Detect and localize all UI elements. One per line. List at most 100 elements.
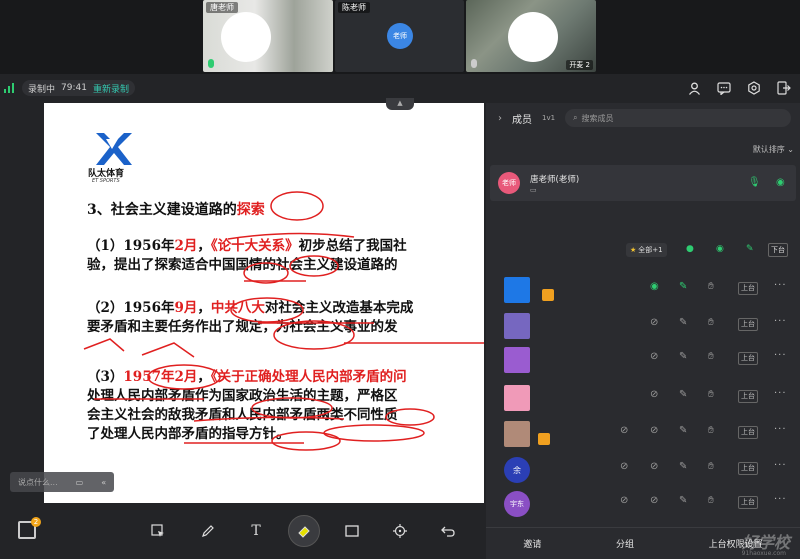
avatar <box>504 385 530 411</box>
settings-icon[interactable] <box>746 80 762 96</box>
stage-up-button[interactable]: 上台 <box>738 496 758 509</box>
face-blur <box>221 12 271 62</box>
mic-status-badge: 开麦 2 <box>566 60 593 70</box>
stage-up-button[interactable]: 上台 <box>738 462 758 475</box>
video-tile-tang[interactable]: 唐老师 <box>203 0 333 72</box>
more-icon[interactable]: ··· <box>774 460 787 471</box>
member-row[interactable]: ⊘ ✎ ✋︎ 上台 ··· <box>486 309 800 343</box>
pen-icon[interactable]: ✎ <box>679 425 687 436</box>
app-window: 唐老师 陈老师 老师 开麦 2 录制中 79:41 重新录制 队太体育 ET S… <box>0 0 800 559</box>
text-tool-icon[interactable]: T <box>244 519 268 543</box>
camera-icon[interactable]: ◉ <box>650 281 659 292</box>
hand-icon[interactable]: ✋︎ <box>708 281 714 292</box>
all-down-button[interactable]: 下台 <box>768 243 788 257</box>
stage-up-button[interactable]: 上台 <box>738 390 758 403</box>
pen-icon[interactable]: ✎ <box>679 351 687 362</box>
member-row[interactable]: ⊘ ✎ ✋︎ 上台 ··· <box>486 381 800 415</box>
sort-dropdown[interactable]: 默认排序 ⌄ <box>753 144 794 155</box>
pen-icon[interactable]: ✎ <box>679 281 687 292</box>
avatar <box>504 347 530 373</box>
signal-icon <box>4 83 14 93</box>
text-red: 1957年2月 <box>123 369 198 385</box>
face-blur <box>508 12 558 62</box>
camera-off-icon[interactable]: ⊘ <box>650 495 658 506</box>
invite-button[interactable]: 邀请 <box>523 537 541 550</box>
text-line: 会主义社会的敌我矛盾和人民内部矛盾两类不同性质 <box>87 407 398 423</box>
pen-icon[interactable]: ✎ <box>679 317 687 328</box>
mic-off-icon[interactable]: ⊘ <box>620 495 628 506</box>
avatar <box>504 421 530 447</box>
member-row[interactable]: ◉ ✎ ✋︎ 上台 ··· <box>486 273 800 307</box>
mic-off-icon[interactable]: ⊘ <box>620 461 628 472</box>
chat-icon[interactable] <box>716 80 732 96</box>
chat-placeholder: 说点什么... <box>18 477 58 487</box>
screen-share-icon: ▭ <box>530 186 537 194</box>
camera-off-icon[interactable]: ⊘ <box>650 317 658 328</box>
more-icon[interactable]: ··· <box>774 280 787 291</box>
camera-off-icon[interactable]: ⊘ <box>650 425 658 436</box>
laser-pointer-icon[interactable] <box>388 519 412 543</box>
member-row[interactable]: ⊘ ⊘ ✎ ✋︎ 上台 ··· <box>486 417 800 451</box>
pen-icon[interactable]: ✎ <box>679 495 687 506</box>
more-icon[interactable]: ··· <box>774 424 787 435</box>
video-tile-student[interactable]: 开麦 2 <box>466 0 596 72</box>
user-icon[interactable] <box>686 80 702 96</box>
hand-icon[interactable]: ✋︎ <box>708 461 714 472</box>
member-row[interactable]: 宇东 ⊘ ⊘ ✎ ✋︎ 上台 ··· <box>486 487 800 521</box>
camera-icon[interactable]: ◉ <box>776 177 785 188</box>
group-button[interactable]: 分组 <box>616 537 634 550</box>
camera-off-icon[interactable]: ⊘ <box>650 351 658 362</box>
more-icon[interactable]: ··· <box>774 350 787 361</box>
text: （1）1956年 <box>87 238 175 254</box>
exit-icon[interactable] <box>776 80 792 96</box>
text: （2）1956年 <box>87 300 175 316</box>
mic-icon <box>208 59 214 68</box>
rerecord-button[interactable]: 重新录制 <box>93 82 129 95</box>
member-name: 唐老师(老师) <box>530 175 580 185</box>
member-search-input[interactable]: ⌕ 搜索成员 <box>565 109 792 127</box>
select-tool-icon[interactable] <box>146 519 170 543</box>
avatar: 宇东 <box>504 491 530 517</box>
hand-icon[interactable]: ✋︎ <box>708 389 714 400</box>
text-red: 2月 <box>174 238 198 254</box>
chevron-right-icon[interactable]: › <box>498 113 502 124</box>
recording-label: 录制中 <box>28 84 56 95</box>
eraser-tool-icon[interactable] <box>288 515 320 547</box>
member-row[interactable]: 余 ⊘ ⊘ ✎ ✋︎ 上台 ··· <box>486 453 800 487</box>
collapse-chat-icon[interactable]: « <box>101 478 106 487</box>
more-icon[interactable]: ··· <box>774 388 787 399</box>
pen-tool-icon[interactable] <box>196 519 220 543</box>
drawing-toolbar: 2 T <box>0 505 486 559</box>
stage-up-button[interactable]: 上台 <box>738 352 758 365</box>
collapse-handle[interactable]: ▲ <box>386 98 414 110</box>
recording-status: 录制中 79:41 重新录制 <box>22 80 135 96</box>
more-icon[interactable]: ··· <box>774 494 787 505</box>
microphone-icon[interactable]: 🎙︎ <box>748 177 761 188</box>
camera-off-icon[interactable]: ⊘ <box>650 389 658 400</box>
video-tile-chen[interactable]: 陈老师 老师 <box>335 0 464 72</box>
undo-icon[interactable] <box>436 519 460 543</box>
pen-icon[interactable]: ✎ <box>679 461 687 472</box>
chat-input[interactable]: 说点什么... ▭ « <box>10 472 114 492</box>
hand-icon[interactable]: ✋︎ <box>708 495 714 506</box>
camera-all-icon[interactable]: ◉ <box>716 244 724 254</box>
hand-icon[interactable]: ✋︎ <box>708 351 714 362</box>
screenshot-icon[interactable]: ▭ <box>76 478 84 487</box>
mic-off-icon[interactable]: ⊘ <box>620 425 628 436</box>
stage-up-button[interactable]: 上台 <box>738 282 758 295</box>
member-row[interactable]: ⊘ ✎ ✋︎ 上台 ··· <box>486 343 800 377</box>
whiteboard-slide[interactable]: 队太体育 ET SPORTS 3、社会主义建设道路的探索 （1）1956年2月，… <box>44 103 484 503</box>
pen-icon[interactable]: ✎ <box>679 389 687 400</box>
shape-tool-icon[interactable] <box>340 519 364 543</box>
stage-up-button[interactable]: 上台 <box>738 426 758 439</box>
all-members-chip[interactable]: ★ 全部+1 <box>626 243 667 257</box>
text-red: 9月 <box>174 300 198 316</box>
more-icon[interactable]: ··· <box>774 316 787 327</box>
pen-all-icon[interactable]: ✎ <box>746 244 754 254</box>
mic-all-icon[interactable]: ● <box>686 244 694 254</box>
hand-icon[interactable]: ✋︎ <box>708 317 714 328</box>
hand-icon[interactable]: ✋︎ <box>708 425 714 436</box>
teacher-row[interactable]: 老师 唐老师(老师) ▭ 🎙︎ ◉ <box>490 165 796 201</box>
camera-off-icon[interactable]: ⊘ <box>650 461 658 472</box>
stage-up-button[interactable]: 上台 <box>738 318 758 331</box>
